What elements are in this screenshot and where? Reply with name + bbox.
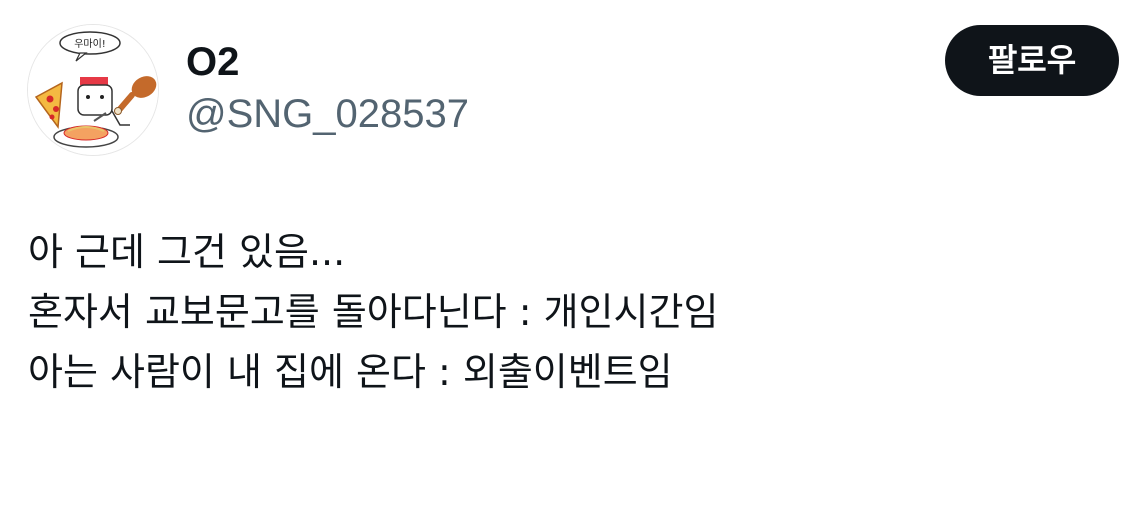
avatar-bubble-text: 우마이! [74, 38, 106, 50]
tweet-text: 아 근데 그건 있음... 혼자서 교보문고를 돌아다닌다 : 개인시간임 아는… [28, 222, 1108, 402]
tweet-line: 혼자서 교보문고를 돌아다닌다 : 개인시간임 [28, 290, 719, 334]
user-handle[interactable]: @SNG_028537 [186, 90, 469, 138]
tweet-line: 아 근데 그건 있음... [28, 230, 346, 274]
tweet-card: 우마이! O2 @SNG_028537 팔로우 아 근데 그건 있음... 혼자… [0, 0, 1130, 514]
avatar-illustration: 우마이! [28, 25, 158, 155]
tweet-line: 아는 사람이 내 집에 온다 : 외출이벤트임 [28, 350, 673, 394]
display-name[interactable]: O2 [186, 38, 239, 86]
avatar[interactable]: 우마이! [27, 24, 159, 156]
follow-button[interactable]: 팔로우 [945, 25, 1119, 96]
